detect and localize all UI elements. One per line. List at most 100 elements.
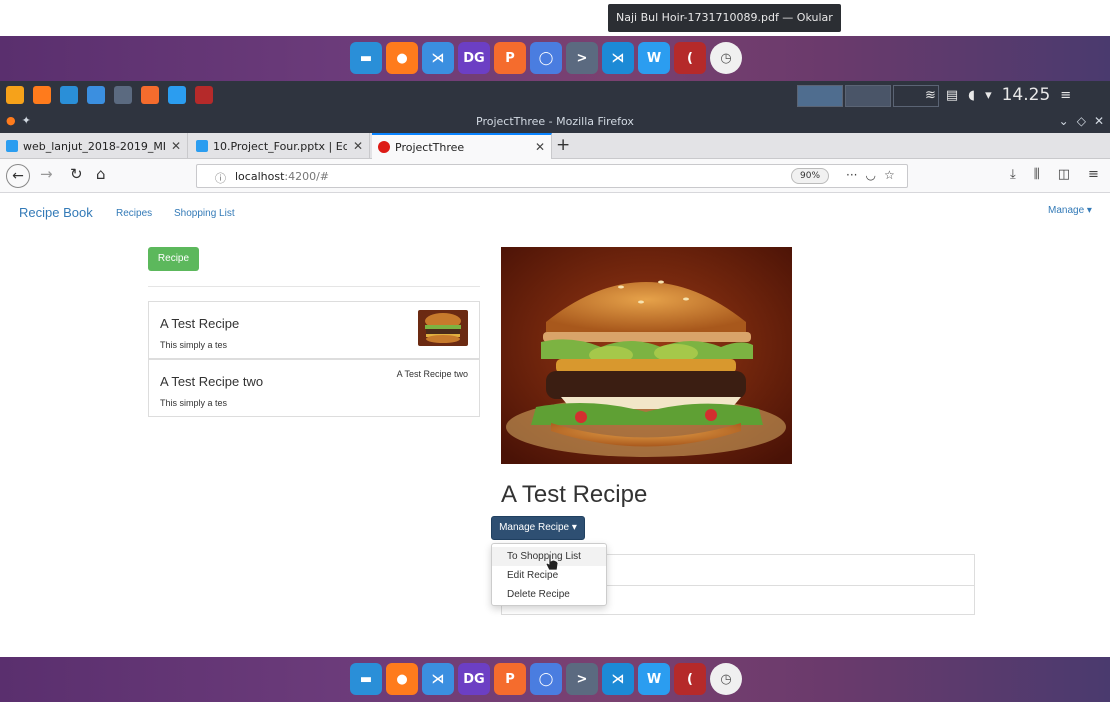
chromium-dock-icon[interactable]: ◯ <box>530 42 562 74</box>
manage-recipe-button[interactable]: Manage Recipe ▾ <box>491 516 585 540</box>
recipe-list-item[interactable]: A Test Recipe This simply a tes <box>148 301 480 359</box>
vscode-dock-icon[interactable]: ⋊ <box>422 42 454 74</box>
library-icon[interactable]: ⫼ <box>1034 167 1040 182</box>
firefox-dock-icon[interactable]: ● <box>386 42 418 74</box>
minimize-icon[interactable]: ⌄ <box>1059 114 1069 128</box>
writer-dock-icon[interactable]: W <box>638 663 670 695</box>
panel-launcher-icon[interactable] <box>195 86 213 104</box>
manage-dropdown[interactable]: Manage ▾ <box>1048 205 1092 216</box>
virtual-desktops[interactable] <box>797 85 939 107</box>
bottom-dock: ▬ ● ⋊ DG P ◯ > ⋊ W(◷ <box>0 657 1110 702</box>
datagrip-dock-icon[interactable]: DG <box>458 663 490 695</box>
tab-favicon-icon <box>196 140 208 152</box>
okular-dock-icon[interactable]: ( <box>674 663 706 695</box>
downloads-icon[interactable]: ⤓ <box>1010 167 1016 182</box>
recipe-thumbnail <box>418 310 468 346</box>
volume-icon[interactable]: ◖ <box>968 88 975 103</box>
close-icon[interactable]: ✕ <box>1094 114 1104 128</box>
panel-launcher-icon[interactable] <box>33 86 51 104</box>
new-recipe-button[interactable]: Recipe <box>148 247 199 271</box>
system-tray: ≋ ▤ ◖ ▾ 14.25 ≡ <box>925 85 1071 105</box>
brand-link[interactable]: Recipe Book <box>19 205 93 220</box>
forward-button[interactable]: → <box>40 165 53 183</box>
desktop-thumbnail-1[interactable] <box>797 85 843 107</box>
window-titlebar: ● ✦ ProjectThree - Mozilla Firefox ⌄ ◇ ✕ <box>0 111 1110 133</box>
divider <box>148 286 480 287</box>
window-tooltip: Naji Bul Hoir-1731710089.pdf — Okular <box>608 4 841 32</box>
toolbar-right: ⤓ ⫼ ◫ ≡ <box>1010 167 1099 182</box>
chromium-dock-icon[interactable]: ◯ <box>530 663 562 695</box>
url-bar[interactable]: ⓘ localhost:4200/# 90% ··· ◡ ☆ <box>196 164 908 188</box>
presentation-dock-icon[interactable]: P <box>494 42 526 74</box>
firefox-dock-icon[interactable]: ● <box>386 663 418 695</box>
terminal-dock-icon[interactable]: > <box>566 42 598 74</box>
menu-icon[interactable]: ≡ <box>1060 88 1071 103</box>
nav-shopping-list-link[interactable]: Shopping List <box>174 208 235 219</box>
web-page: Recipe Book Recipes Shopping List Manage… <box>0 193 1110 657</box>
url-path: :4200/# <box>284 170 330 183</box>
desktop-thumbnail-2[interactable] <box>845 85 891 107</box>
panel-launcher-icon[interactable] <box>114 86 132 104</box>
new-tab-button[interactable]: + <box>556 135 570 155</box>
tab-close-icon[interactable]: ✕ <box>165 139 181 153</box>
back-button[interactable]: ← <box>6 164 30 188</box>
zoom-indicator[interactable]: 90% <box>791 168 830 184</box>
burger-thumbnail-image <box>418 310 468 346</box>
tab-title: 10.Project_Four.pptx | Ed <box>213 139 347 153</box>
desktop-top-area: Naji Bul Hoir-1731710089.pdf — Okular <box>0 0 1110 36</box>
dock-icon-row: ▬ ● ⋊ DG P ◯ > ⋊ W(◷ <box>350 42 742 76</box>
angular-icon <box>378 141 390 153</box>
home-button[interactable]: ⌂ <box>96 165 106 183</box>
files-dock-icon[interactable]: ▬ <box>350 42 382 74</box>
hamburger-menu-icon[interactable]: ≡ <box>1088 167 1099 182</box>
vscode-insiders-dock-icon[interactable]: ⋊ <box>602 663 634 695</box>
tab-favicon-icon <box>6 140 18 152</box>
datagrip-dock-icon[interactable]: DG <box>458 42 490 74</box>
panel-clock[interactable]: 14.25 <box>1002 85 1051 105</box>
recipe-detail-image <box>501 247 792 464</box>
tab-close-icon[interactable]: ✕ <box>347 139 363 153</box>
delete-recipe-item[interactable]: Delete Recipe <box>492 585 606 604</box>
recipe-detail-title: A Test Recipe <box>501 481 648 508</box>
bookmark-star-icon[interactable]: ☆ <box>884 168 895 182</box>
pocket-icon[interactable]: ◡ <box>865 168 875 182</box>
maximize-icon[interactable]: ◇ <box>1077 114 1086 128</box>
panel-launcher-icon[interactable] <box>6 86 24 104</box>
tab-web-lanjut[interactable]: web_lanjut_2018-2019_MI ✕ <box>0 133 188 159</box>
tab-project-four[interactable]: 10.Project_Four.pptx | Ed ✕ <box>190 133 370 159</box>
clock-dock-icon[interactable]: ◷ <box>710 42 742 74</box>
panel-launcher-icon[interactable] <box>60 86 78 104</box>
vscode-insiders-dock-icon[interactable]: ⋊ <box>602 42 634 74</box>
tab-title: web_lanjut_2018-2019_MI <box>23 139 165 153</box>
writer-dock-icon[interactable]: W <box>638 42 670 74</box>
clock-dock-icon[interactable]: ◷ <box>710 663 742 695</box>
vscode-dock-icon[interactable]: ⋊ <box>422 663 454 695</box>
url-actions: ··· ◡ ☆ <box>846 168 895 182</box>
dock-icon-row: ▬ ● ⋊ DG P ◯ > ⋊ W(◷ <box>350 663 742 697</box>
panel-launcher-icon[interactable] <box>168 86 186 104</box>
sidebar-icon[interactable]: ◫ <box>1058 167 1070 182</box>
files-dock-icon[interactable]: ▬ <box>350 663 382 695</box>
presentation-dock-icon[interactable]: P <box>494 663 526 695</box>
tray-expand-icon[interactable]: ▾ <box>985 88 992 103</box>
recipe-description: This simply a tes <box>160 340 228 350</box>
panel-launcher-icon[interactable] <box>87 86 105 104</box>
okular-dock-icon[interactable]: ( <box>674 42 706 74</box>
tab-projectthree[interactable]: ProjectThree ✕ <box>372 133 552 159</box>
tab-close-icon[interactable]: ✕ <box>529 140 545 154</box>
panel-launchers <box>6 86 213 104</box>
url-text[interactable]: localhost:4200/# <box>235 170 329 183</box>
recipe-list-item[interactable]: A Test Recipe two This simply a tes A Te… <box>148 359 480 417</box>
terminal-dock-icon[interactable]: > <box>566 663 598 695</box>
page-actions-icon[interactable]: ··· <box>846 168 857 182</box>
window-controls: ⌄ ◇ ✕ <box>1059 114 1104 128</box>
wifi-icon[interactable]: ≋ <box>925 88 936 103</box>
site-info-icon[interactable]: ⓘ <box>215 170 226 186</box>
nav-recipes-link[interactable]: Recipes <box>116 208 152 219</box>
recipe-name: A Test Recipe two <box>160 374 264 389</box>
window-title: ProjectThree - Mozilla Firefox <box>476 115 634 128</box>
panel-launcher-icon[interactable] <box>141 86 159 104</box>
recipe-description: This simply a tes <box>160 398 228 408</box>
reload-button[interactable]: ↻ <box>70 165 83 183</box>
clipboard-icon[interactable]: ▤ <box>946 88 958 103</box>
